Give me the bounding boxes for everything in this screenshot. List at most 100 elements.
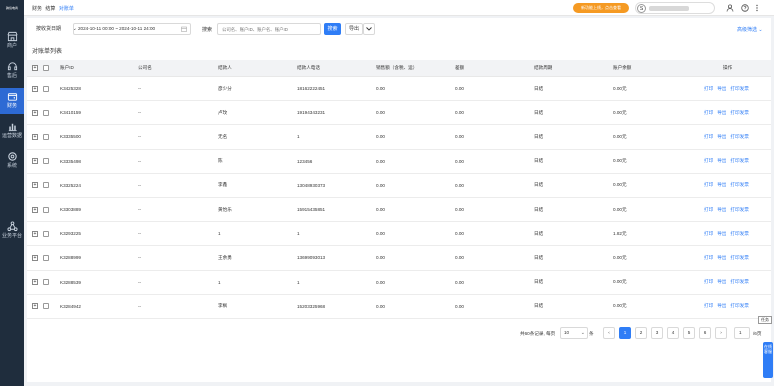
print-action[interactable]: 打印 bbox=[704, 231, 713, 237]
print-invoice-action[interactable]: 打印发票 bbox=[730, 158, 748, 164]
export-action[interactable]: 导出 bbox=[717, 207, 726, 213]
print-action[interactable]: 打印 bbox=[704, 255, 713, 261]
page-size-select[interactable]: 10 ⌄ bbox=[560, 327, 588, 339]
page-button[interactable]: 1 bbox=[619, 327, 631, 339]
print-invoice-action[interactable]: 打印发票 bbox=[730, 134, 748, 140]
column-header[interactable]: 结款人电话 bbox=[297, 60, 320, 76]
sidebar-item-operations-data[interactable]: 运营数据 bbox=[0, 118, 24, 144]
print-action[interactable]: 打印 bbox=[704, 158, 713, 164]
page-button[interactable]: 4 bbox=[667, 327, 679, 339]
export-action[interactable]: 导出 bbox=[717, 134, 726, 140]
expand-row-icon[interactable]: + bbox=[32, 109, 38, 116]
export-action[interactable]: 导出 bbox=[717, 279, 726, 285]
print-action[interactable]: 打印 bbox=[704, 134, 713, 140]
sidebar-item-aftersale[interactable]: 售后 bbox=[0, 58, 24, 84]
export-button[interactable]: 导出 bbox=[345, 23, 363, 35]
print-invoice-action[interactable]: 打印发票 bbox=[730, 231, 748, 237]
column-header[interactable]: 结款周期 bbox=[534, 60, 552, 76]
sidebar-item-business-platform[interactable]: 业务平台 bbox=[0, 218, 24, 244]
column-header[interactable]: 销售额（含税、运） bbox=[376, 60, 417, 76]
breadcrumb-item[interactable]: 结算 bbox=[45, 6, 55, 12]
expand-row-icon[interactable]: + bbox=[32, 279, 38, 286]
row-checkbox[interactable] bbox=[43, 279, 49, 286]
column-header[interactable]: 账户余额 bbox=[613, 60, 631, 76]
column-header[interactable]: 公司名 bbox=[138, 60, 152, 76]
customer-service-button[interactable]: 在线客服 bbox=[763, 342, 773, 378]
user-switch-icon[interactable] bbox=[726, 4, 734, 12]
export-action[interactable]: 导出 bbox=[717, 231, 726, 237]
print-action[interactable]: 打印 bbox=[704, 110, 713, 116]
column-header[interactable]: 结款人 bbox=[218, 60, 232, 76]
expand-row-icon[interactable]: + bbox=[32, 230, 38, 237]
prev-page-button[interactable]: ‹ bbox=[603, 327, 615, 339]
print-action[interactable]: 打印 bbox=[704, 303, 713, 309]
print-action[interactable]: 打印 bbox=[704, 86, 713, 92]
company-cell: -- bbox=[138, 110, 142, 116]
print-invoice-action[interactable]: 打印发票 bbox=[730, 279, 748, 285]
search-input[interactable] bbox=[217, 23, 321, 35]
page-button[interactable]: 2 bbox=[635, 327, 647, 339]
print-action[interactable]: 打印 bbox=[704, 279, 713, 285]
print-invoice-action[interactable]: 打印发票 bbox=[730, 110, 748, 116]
column-header[interactable]: 账户ID bbox=[60, 60, 74, 76]
print-action[interactable]: 打印 bbox=[704, 207, 713, 213]
advanced-filter-link[interactable]: 高级筛选 ⌄ bbox=[737, 26, 763, 33]
expand-row-icon[interactable]: + bbox=[32, 206, 38, 213]
print-invoice-action[interactable]: 打印发票 bbox=[730, 207, 748, 213]
balance-cell: 0.00元 bbox=[613, 158, 627, 164]
row-checkbox[interactable] bbox=[43, 254, 49, 261]
page-button[interactable]: 6 bbox=[699, 327, 711, 339]
print-action[interactable]: 打印 bbox=[704, 182, 713, 188]
expand-all-icon[interactable]: + bbox=[32, 65, 38, 71]
export-action[interactable]: 导出 bbox=[717, 182, 726, 188]
user-menu[interactable]: S bbox=[635, 2, 715, 14]
print-invoice-action[interactable]: 打印发票 bbox=[730, 86, 748, 92]
export-action[interactable]: 导出 bbox=[717, 86, 726, 92]
export-action[interactable]: 导出 bbox=[717, 158, 726, 164]
expand-row-icon[interactable]: + bbox=[32, 182, 38, 189]
row-checkbox[interactable] bbox=[43, 133, 49, 140]
statement-table: + 账户ID 公司名 结款人 结款人电话 销售额（含税、运） 差额 结款周期 账… bbox=[27, 60, 771, 319]
row-checkbox[interactable] bbox=[43, 206, 49, 213]
print-invoice-action[interactable]: 打印发票 bbox=[730, 303, 748, 309]
sales-cell: 0.00 bbox=[376, 303, 385, 309]
expand-row-icon[interactable]: + bbox=[32, 254, 38, 261]
sidebar-item-merchant[interactable]: 商户 bbox=[0, 28, 24, 54]
table-row: + K3335498 -- 陈 123456 0.00 0.00 日结 0.00元 打印 导出 打印发… bbox=[27, 149, 771, 174]
row-checkbox[interactable] bbox=[43, 182, 49, 189]
export-action[interactable]: 导出 bbox=[717, 303, 726, 309]
export-action[interactable]: 导出 bbox=[717, 110, 726, 116]
expand-row-icon[interactable]: + bbox=[32, 303, 38, 310]
expand-row-icon[interactable]: + bbox=[32, 85, 38, 92]
export-dropdown-button[interactable] bbox=[363, 23, 375, 35]
date-range-picker[interactable]: 2024-10-11 00:00 ~ 2024-10-11 24:00 bbox=[73, 23, 191, 35]
page-button[interactable]: 3 bbox=[651, 327, 663, 339]
sidebar-item-system[interactable]: 系统 bbox=[0, 148, 24, 174]
breadcrumb-item[interactable]: 财务 bbox=[32, 6, 42, 12]
more-icon[interactable] bbox=[753, 4, 761, 12]
column-header[interactable]: 差额 bbox=[455, 60, 464, 76]
print-invoice-action[interactable]: 打印发票 bbox=[730, 182, 748, 188]
table-header: + 账户ID 公司名 结款人 结款人电话 销售额（含税、运） 差额 结款周期 账… bbox=[27, 60, 771, 77]
help-icon[interactable] bbox=[741, 4, 749, 12]
row-actions: 打印 导出 打印发票 bbox=[704, 77, 749, 100]
balance-cell: 0.00元 bbox=[613, 254, 627, 260]
select-all-checkbox[interactable] bbox=[43, 65, 49, 71]
export-action[interactable]: 导出 bbox=[717, 255, 726, 261]
row-checkbox[interactable] bbox=[43, 158, 49, 165]
next-page-button[interactable]: › bbox=[715, 327, 727, 339]
goto-page-input[interactable]: 1 bbox=[734, 327, 750, 339]
row-checkbox[interactable] bbox=[43, 109, 49, 116]
print-invoice-action[interactable]: 打印发票 bbox=[730, 255, 748, 261]
row-checkbox[interactable] bbox=[43, 85, 49, 92]
row-checkbox[interactable] bbox=[43, 303, 49, 310]
promo-button[interactable]: 新功能上线，点击查看 bbox=[573, 3, 629, 13]
expand-row-icon[interactable]: + bbox=[32, 158, 38, 165]
page-button[interactable]: 5 bbox=[683, 327, 695, 339]
sidebar-item-finance[interactable]: 财务 bbox=[0, 88, 24, 114]
expand-row-icon[interactable]: + bbox=[32, 133, 38, 140]
row-checkbox[interactable] bbox=[43, 230, 49, 237]
task-float-button[interactable]: 任务 bbox=[758, 316, 772, 324]
search-button[interactable]: 搜索 bbox=[324, 23, 341, 35]
date-type-select[interactable]: 按收货日期 ⌄ bbox=[31, 23, 77, 35]
